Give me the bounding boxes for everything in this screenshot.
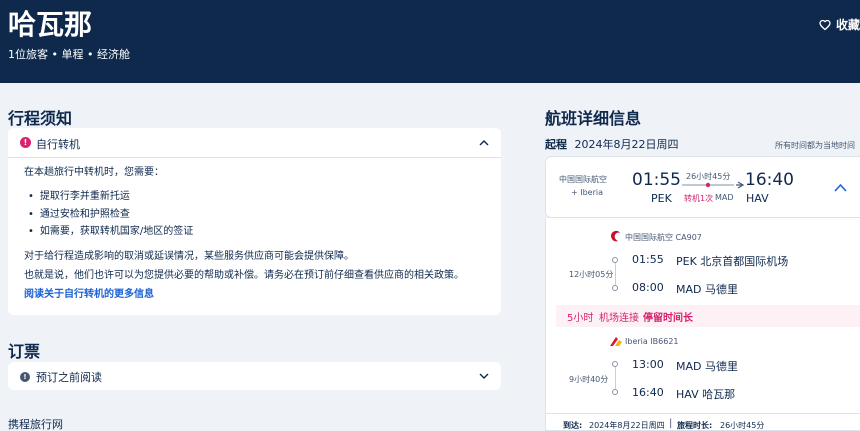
chevron-up-icon [479, 140, 489, 146]
heart-icon [819, 19, 831, 30]
read-before-booking-label: 预订之前阅读 [36, 371, 102, 384]
trip-summary: 1位旅客 • 单程 • 经济舱 [8, 48, 130, 61]
self-transfer-info-link[interactable]: 阅读关于自行转机的更多信息 [24, 285, 154, 300]
chevron-up-icon[interactable] [834, 183, 847, 192]
summary-departure-code: PEK [651, 192, 672, 205]
segment-duration: 9小时40分 [569, 375, 609, 384]
departure-heading: 起程 2024年8月22日周四 [545, 136, 679, 152]
segment-arrival-time: 16:40 [632, 386, 664, 399]
footer-divider: | [669, 418, 673, 429]
favorite-button[interactable]: 收藏 [819, 16, 860, 33]
alert-icon: ! [20, 137, 31, 148]
summary-via: MAD [715, 193, 734, 202]
self-transfer-card: ! 自行转机 在本趟旅行中转机时，您需要： 提取行李并重新托运 通过安检和护照检… [8, 128, 501, 315]
self-transfer-label: 自行转机 [36, 138, 80, 151]
segment-arrival-place: HAV 哈瓦那 [676, 388, 736, 401]
notice-section-title: 行程须知 [8, 109, 73, 128]
info-icon: ! [20, 372, 30, 382]
segment-departure-time: 01:55 [632, 253, 664, 266]
favorite-label: 收藏 [835, 18, 860, 32]
notice-bullet: 如需要，获取转机国家/地区的签证 [28, 222, 193, 237]
destination-title: 哈瓦那 [8, 8, 93, 41]
booking-section-title: 订票 [8, 342, 41, 361]
segment-departure-time: 13:00 [632, 358, 664, 371]
timezone-note: 所有时间都为当地时间 [775, 141, 855, 150]
summary-departure-time: 01:55 [632, 170, 681, 190]
summary-stops: 转机1次 [684, 194, 714, 203]
notice-paragraph: 也就是说，他们也许可以为您提供必要的帮助或补偿。请务必在预订前仔细查看供应商的相… [24, 270, 464, 281]
departure-date: 2024年8月22日周四 [574, 138, 679, 151]
segment-departure-place: MAD 马德里 [676, 360, 738, 373]
segment-carrier: 中国国际航空 CA907 [625, 233, 702, 242]
long-layover-label: 停留时间长 [643, 313, 693, 324]
chevron-down-icon [479, 373, 489, 379]
segment-line [615, 367, 616, 389]
notice-bullet: 通过安检和护照检查 [28, 205, 130, 220]
connection-banner: 5小时 机场连接 停留时间长 [556, 305, 860, 327]
iberia-logo-icon [610, 337, 622, 346]
notice-paragraph: 对于给行程造成影响的取消或延误情况，某些服务供应商可能会提供保障。 [24, 251, 354, 262]
connection-type: 机场连接 [599, 313, 639, 324]
notice-intro: 在本趟旅行中转机时，您需要： [24, 167, 164, 178]
segment-arrival-place: MAD 马德里 [676, 283, 738, 296]
page-header: 哈瓦那 1位旅客 • 单程 • 经济舱 收藏 [0, 0, 860, 83]
segment-departure-place: PEK 北京首都国际机场 [676, 255, 789, 268]
read-before-booking[interactable]: ! 预订之前阅读 [8, 362, 501, 390]
provider-name: 携程旅行网 [8, 418, 63, 431]
self-transfer-header[interactable]: ! 自行转机 [8, 128, 501, 158]
flight-section-title: 航班详细信息 [545, 109, 642, 128]
route-line-icon [682, 181, 744, 189]
summary-arrival-code: HAV [746, 192, 769, 205]
airline-name: 中国国际航空 [559, 175, 607, 184]
summary-arrival-time: 16:40 [745, 170, 794, 190]
trip-duration: 26小时45分 [720, 421, 765, 430]
segment-duration: 12小时05分 [569, 270, 614, 279]
notice-bullet: 提取行李并重新托运 [28, 187, 130, 202]
flight-footer: 到达: 2024年8月22日周四 | 旅程时长: 26小时45分 [545, 413, 860, 431]
flight-summary-card[interactable]: 中国国际航空 + Iberia 01:55 PEK 26小时45分 转机1次 M… [545, 156, 860, 218]
trip-duration-label: 旅程时长: [677, 421, 713, 430]
segment-arrival-time: 08:00 [632, 281, 664, 294]
segment-carrier: Iberia IB6621 [625, 337, 679, 346]
arrival-date: 2024年8月22日周四 [589, 421, 665, 430]
airline-partner: + Iberia [571, 188, 604, 197]
segment-arrival-dot [612, 285, 618, 291]
departure-label: 起程 [545, 138, 567, 151]
segment-line [615, 263, 616, 285]
air-china-logo-icon [611, 230, 620, 242]
arrival-label: 到达: [563, 421, 583, 430]
segment-arrival-dot [612, 389, 618, 395]
connection-duration: 5小时 [567, 313, 594, 324]
